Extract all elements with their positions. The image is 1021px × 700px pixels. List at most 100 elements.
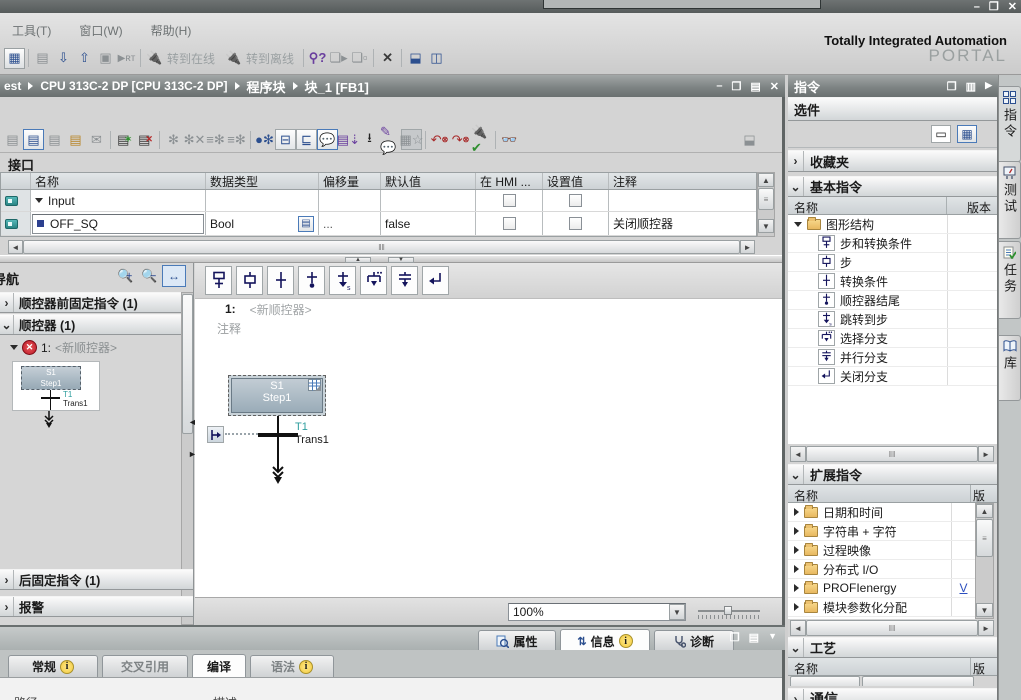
panel-columns-icon[interactable]: ▥ [966, 80, 976, 93]
split-editor-right-icon[interactable]: ⬓ [739, 129, 760, 150]
collapse-arrow-icon[interactable]: › [794, 154, 798, 168]
save-project-icon[interactable]: ▤ [32, 48, 53, 69]
inspector-collapse-icon[interactable]: ▼ [768, 631, 777, 644]
sequence-thumbnail[interactable]: S1 Step1 T1 Trans1 [12, 361, 100, 411]
inspector-float-icon[interactable]: ❐ [730, 631, 740, 644]
tree-item[interactable]: 关闭分支 [788, 367, 997, 386]
editor-float-icon[interactable]: ❐ [732, 80, 742, 93]
technology-hscroll-fragment[interactable] [790, 676, 974, 686]
show-window-icon[interactable]: ❏▫ [349, 48, 370, 69]
table-row-input[interactable]: Input [1, 190, 756, 212]
subtab-crossref[interactable]: 交叉引用 [102, 655, 188, 677]
col-hmi[interactable]: 在 HMI ... [476, 173, 543, 189]
row-default[interactable]: false [381, 212, 476, 235]
zoom-slider[interactable] [698, 606, 760, 620]
sequencer-tree-item[interactable]: ✕ 1: <新顺控器> [10, 339, 117, 356]
tree-item[interactable]: 步 [788, 253, 997, 272]
table-row-offsq[interactable]: OFF_SQ Bool▤ ... false 关闭顺控器 [1, 212, 756, 236]
col-offset[interactable]: 偏移量 [319, 173, 381, 189]
tree-item[interactable]: 顺控器结尾 [788, 291, 997, 310]
expand-arrow-icon[interactable]: ⌄ [790, 180, 800, 194]
hscroll-thumb[interactable]: ‖‖ [806, 620, 978, 636]
expand-arrow-icon[interactable]: ⌄ [1, 318, 11, 332]
close-cross-icon[interactable]: ✕ [377, 48, 398, 69]
expander-icon[interactable] [794, 546, 799, 554]
monitor-bar1-icon[interactable]: ⊟ [275, 129, 296, 150]
basic-instructions-section[interactable]: ⌄ 基本指令 [788, 176, 997, 197]
subtab-compile[interactable]: 编译 [192, 654, 246, 677]
sfc-comment[interactable]: 注释 [217, 320, 241, 337]
expand-all-icon[interactable]: ▤ [44, 129, 65, 150]
tree-item[interactable]: PROFIenergyV [788, 579, 975, 598]
download-arrow-icon[interactable]: ⭳ [359, 129, 380, 150]
sequencer-section[interactable]: ⌄ 顺控器 (1) [0, 314, 193, 335]
monitor-bar2-icon[interactable]: ⊑ [296, 129, 317, 150]
start-cpu-icon[interactable]: ▣ [95, 48, 116, 69]
vscroll-thumb[interactable]: ≡ [758, 188, 774, 210]
tree-item[interactable]: 分布式 I/O [788, 560, 975, 579]
minimize-icon[interactable]: – [974, 1, 980, 13]
tree-item[interactable]: 步和转换条件 [788, 234, 997, 253]
breadcrumb-block[interactable]: 块_1 [FB1] [305, 77, 369, 96]
table-hscrollbar[interactable]: ◄ ‖‖ ► [8, 240, 755, 254]
go-offline-button[interactable]: 转到离线 [246, 50, 294, 67]
side-tab-tasks[interactable]: 任务 [999, 241, 1021, 319]
side-tab-instructions[interactable]: 指令 [999, 86, 1021, 162]
zoom-dropdown-icon[interactable]: ▼ [669, 604, 685, 620]
editor-maximize-icon[interactable]: ▤ [750, 80, 760, 93]
inspector-maximize-icon[interactable]: ▤ [749, 631, 759, 644]
insert-alternative-branch-icon[interactable] [360, 266, 387, 295]
block-interface-icon[interactable]: ▤ [23, 129, 44, 150]
basic-hscrollbar[interactable]: ◄ ‖‖ ► [790, 446, 994, 462]
setvalue-checkbox[interactable] [569, 217, 582, 230]
tree-item[interactable]: s跳转到步 [788, 310, 997, 329]
col-name[interactable]: 名称 [794, 487, 818, 503]
breadcrumb-device[interactable]: CPU 313C-2 DP [CPU 313C-2 DP] [40, 79, 227, 93]
row-comment[interactable]: 关闭顺控器 [609, 212, 756, 235]
side-tab-libraries[interactable]: 库 [999, 335, 1021, 401]
download-to-device-icon[interactable]: ⇩ [53, 48, 74, 69]
collapse-arrow-icon[interactable]: › [5, 600, 9, 614]
start-runtime-icon[interactable]: ▶ʀᴛ [116, 48, 137, 69]
diagnostics-search-icon[interactable]: ⚲? [307, 48, 328, 69]
split-vertical-icon[interactable]: ◫ [426, 48, 447, 69]
zoom-out-icon[interactable]: 🔍－ [138, 266, 160, 286]
version-link[interactable]: V [959, 581, 967, 595]
hscroll-thumb[interactable]: ‖‖ [806, 446, 978, 462]
expander-icon[interactable] [794, 222, 802, 227]
insert-step-icon[interactable] [236, 266, 263, 295]
glasses-monitor-icon[interactable]: 👓 [499, 129, 520, 150]
pre-instructions-section[interactable]: › 顺控器前固定指令 (1) [0, 292, 193, 313]
favorites-block-icon[interactable]: ▦☆ [401, 129, 422, 150]
expand-arrow-icon[interactable]: ⌄ [790, 468, 800, 482]
tree-item[interactable]: 选择分支 [788, 329, 997, 348]
expand-arrow-icon[interactable]: ⌄ [790, 641, 800, 655]
expander-icon[interactable] [10, 345, 18, 350]
expander-icon[interactable] [35, 198, 43, 203]
comment-bubble-icon[interactable]: 💬 [317, 129, 338, 150]
collapse-arrow-icon[interactable]: › [5, 573, 9, 587]
download-block-icon[interactable]: ▤⇣ [338, 129, 359, 150]
step-actions-grid-icon[interactable] [308, 379, 321, 391]
technology-section[interactable]: ⌄ 工艺 [788, 637, 997, 658]
step-selection-frame[interactable]: S1 Step1 [228, 375, 326, 416]
mail-comment-icon[interactable]: ✉ [86, 129, 107, 150]
setvalue-checkbox[interactable] [569, 194, 582, 207]
split-horizontal-icon[interactable]: ⬓ [405, 48, 426, 69]
extended-instructions-section[interactable]: ⌄ 扩展指令 [788, 464, 997, 485]
subtab-general[interactable]: 常规i [8, 655, 98, 677]
col-setvalue[interactable]: 设置值 [543, 173, 609, 189]
panel-float-icon[interactable]: ❐ [947, 80, 957, 93]
tree-item[interactable]: 转换条件 [788, 272, 997, 291]
copy-snapshot-icon[interactable]: ≡✻ [205, 129, 226, 150]
tree-folder-graph[interactable]: 图形结构 [788, 215, 997, 234]
hmi-checkbox[interactable] [503, 217, 516, 230]
hmi-checkbox[interactable] [503, 194, 516, 207]
table-vscrollbar[interactable]: ▲ ≡ ▼ [757, 172, 775, 237]
zoom-in-icon[interactable]: 🔍＋ [114, 266, 136, 286]
keep-actual-values-icon[interactable]: ✻ [163, 129, 184, 150]
tree-item[interactable]: 模块参数化分配 [788, 598, 975, 617]
snapshot-ball-icon[interactable]: ●✻ [254, 129, 275, 150]
discard-snapshot-icon[interactable]: ✻✕ [184, 129, 205, 150]
edit-comment-icon[interactable]: ✎💬 [380, 129, 401, 150]
